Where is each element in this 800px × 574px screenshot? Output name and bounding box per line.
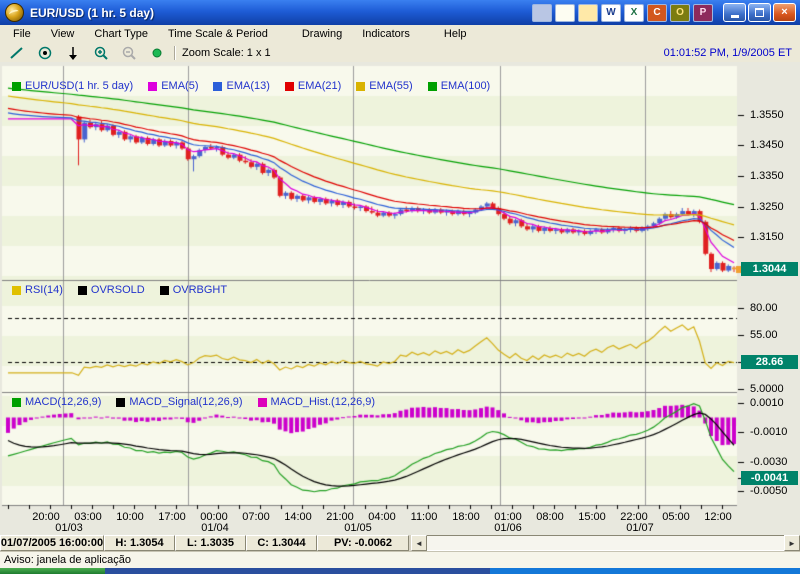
toolbar-separator bbox=[174, 46, 176, 60]
menu-bar: File View Chart Type Time Scale & Period… bbox=[0, 25, 800, 44]
arrow-down-tool-icon[interactable] bbox=[62, 45, 84, 61]
status-close: C: 1.3044 bbox=[246, 535, 317, 551]
restore-icon bbox=[755, 8, 764, 17]
scroll-track[interactable] bbox=[427, 535, 784, 551]
taskbar-strip bbox=[0, 568, 800, 574]
menu-chart-type[interactable]: Chart Type bbox=[84, 26, 158, 42]
clock-display: 01:01:52 PM, 1/9/2005 ET bbox=[664, 47, 792, 59]
taskbar-start-segment[interactable] bbox=[0, 568, 105, 574]
key-icon[interactable]: P bbox=[693, 4, 713, 22]
status-high: H: 1.3054 bbox=[104, 535, 175, 551]
status-bar: 01/07/2005 16:00:00 H: 1.3054 L: 1.3035 … bbox=[0, 535, 800, 551]
title-bar[interactable]: EUR/USD (1 hr. 5 day) WXCOP × bbox=[0, 0, 800, 25]
minimize-icon bbox=[731, 15, 739, 18]
marker-ball-icon[interactable] bbox=[146, 45, 168, 61]
app-icon bbox=[5, 3, 24, 22]
restore-button[interactable] bbox=[748, 3, 771, 22]
menu-time-scale-period[interactable]: Time Scale & Period bbox=[158, 26, 278, 42]
excel-icon[interactable]: X bbox=[624, 4, 644, 22]
chart-canvas[interactable] bbox=[0, 62, 800, 535]
menu-drawing[interactable]: Drawing bbox=[292, 26, 352, 42]
application-window: EUR/USD (1 hr. 5 day) WXCOP × File View … bbox=[0, 0, 800, 574]
calendar-icon[interactable]: C bbox=[647, 4, 667, 22]
window-title: EUR/USD (1 hr. 5 day) bbox=[30, 6, 154, 20]
taskbar-right-segment bbox=[490, 568, 800, 574]
taskbar-middle-segment bbox=[105, 568, 490, 574]
word-icon[interactable]: W bbox=[601, 4, 621, 22]
menu-file[interactable]: File bbox=[0, 26, 41, 42]
desktop-grid-icon[interactable] bbox=[532, 4, 552, 22]
close-icon: × bbox=[781, 7, 787, 18]
menu-indicators[interactable]: Indicators bbox=[352, 26, 420, 42]
zoom-in-icon[interactable] bbox=[90, 45, 112, 61]
status-timestamp: 01/07/2005 16:00:00 bbox=[0, 535, 104, 551]
status-pv: PV: -0.0062 bbox=[317, 535, 409, 551]
tool-bar: Zoom Scale: 1 x 1 01:01:52 PM, 1/9/2005 … bbox=[0, 43, 800, 63]
clock-icon[interactable]: O bbox=[670, 4, 690, 22]
titlebar-quick-launch: WXCOP bbox=[532, 4, 713, 22]
scroll-right-arrow[interactable]: ► bbox=[784, 535, 800, 551]
minimize-button[interactable] bbox=[723, 3, 746, 22]
notice-bar: Aviso: janela de aplicação bbox=[0, 551, 800, 568]
menu-help[interactable]: Help bbox=[434, 26, 477, 42]
close-button[interactable]: × bbox=[773, 3, 796, 22]
horizontal-scrollbar[interactable]: ◄ ► bbox=[411, 535, 800, 551]
folder-icon[interactable] bbox=[578, 4, 598, 22]
trendline-tool-icon[interactable] bbox=[6, 45, 28, 61]
notice-text: Aviso: janela de aplicação bbox=[4, 554, 131, 566]
notes-icon[interactable] bbox=[555, 4, 575, 22]
menu-view[interactable]: View bbox=[41, 26, 85, 42]
zoom-scale-label: Zoom Scale: 1 x 1 bbox=[182, 47, 271, 59]
scroll-left-arrow[interactable]: ◄ bbox=[411, 535, 427, 551]
status-low: L: 1.3035 bbox=[175, 535, 246, 551]
zoom-out-icon[interactable] bbox=[118, 45, 140, 61]
crosshair-tool-icon[interactable] bbox=[34, 45, 56, 61]
